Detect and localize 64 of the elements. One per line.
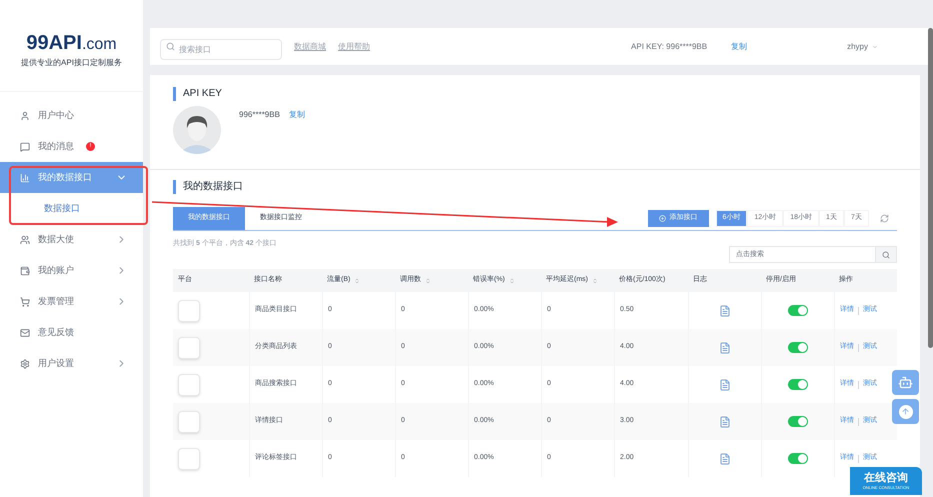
toggle-switch[interactable] xyxy=(788,416,808,427)
toggle-switch[interactable] xyxy=(788,305,808,316)
sidebar-label: 我的数据接口 xyxy=(38,170,92,184)
cart-icon xyxy=(20,296,30,306)
refresh-icon[interactable] xyxy=(880,214,889,223)
log-icon[interactable] xyxy=(719,452,731,464)
logo: 99API.com xyxy=(26,32,117,52)
wallet-icon xyxy=(20,266,30,276)
arrow-up-icon xyxy=(901,407,910,416)
log-icon[interactable] xyxy=(719,342,731,354)
toggle-switch[interactable] xyxy=(788,342,808,353)
header-link[interactable]: 数据商城 xyxy=(294,40,326,52)
section-title: API KEY xyxy=(173,87,897,101)
sidebar-item[interactable]: 意见反馈 xyxy=(0,317,143,348)
search-field[interactable]: 搜索接口 xyxy=(160,39,282,60)
sidebar-label: 我的账户 xyxy=(38,264,74,277)
chart-icon xyxy=(20,172,30,182)
plus-icon xyxy=(658,215,666,222)
people-icon xyxy=(20,234,30,244)
avatar xyxy=(173,106,221,154)
toggle-switch[interactable] xyxy=(788,379,808,390)
header-link[interactable]: 使用帮助 xyxy=(338,40,370,52)
robot-icon xyxy=(898,375,913,390)
scrollbar-thumb[interactable] xyxy=(928,28,933,348)
mail-icon xyxy=(20,328,30,338)
search-button[interactable] xyxy=(876,246,897,263)
platform-logo-placeholder xyxy=(178,448,200,470)
search-icon xyxy=(882,250,890,258)
user-icon xyxy=(20,110,30,120)
logo-tagline: 提供专业的API接口定制服务 xyxy=(21,56,122,68)
sidebar-label: 用户中心 xyxy=(38,108,74,122)
platform-logo-placeholder xyxy=(178,300,200,322)
message-icon xyxy=(20,142,30,152)
sidebar-item[interactable]: 我的数据接口 xyxy=(0,162,143,193)
api-key-value: 996****9BB xyxy=(239,109,280,121)
username[interactable]: zhypy xyxy=(847,40,868,52)
log-icon[interactable] xyxy=(719,416,731,428)
sidebar-label: 意见反馈 xyxy=(38,326,74,339)
copy-link[interactable]: 复制 xyxy=(288,109,305,121)
log-icon[interactable] xyxy=(719,304,731,316)
robot-button[interactable] xyxy=(892,370,919,395)
sidebar-label: 我的消息 xyxy=(38,140,74,153)
sidebar-label: 用户设置 xyxy=(38,356,74,370)
caret-icon xyxy=(872,44,878,50)
sidebar-item[interactable]: 用户中心 xyxy=(0,100,143,131)
section-title: 我的数据接口 xyxy=(173,180,897,194)
sidebar-subitem[interactable]: 数据接口 xyxy=(0,193,143,224)
sidebar-item[interactable]: 用户设置 xyxy=(0,348,143,379)
log-icon[interactable] xyxy=(719,378,731,390)
settings-icon xyxy=(20,358,30,368)
sidebar-item[interactable]: 发票管理 xyxy=(0,286,143,317)
back-to-top-button[interactable] xyxy=(892,399,919,424)
sidebar-item[interactable]: 数据大使 xyxy=(0,224,143,255)
platform-logo-placeholder xyxy=(178,410,200,432)
platform-logo-placeholder xyxy=(178,374,200,396)
platform-logo-placeholder xyxy=(178,336,200,358)
search-icon xyxy=(166,42,175,51)
api-key-text: API KEY: 996****9BB xyxy=(631,40,708,52)
copy-link[interactable]: 复制 xyxy=(731,40,748,52)
sidebar-label: 发票管理 xyxy=(38,294,74,308)
sidebar-label: 数据大使 xyxy=(38,232,74,246)
consult-title: 在线咨询 xyxy=(864,472,908,484)
toggle-switch[interactable] xyxy=(788,453,808,464)
sidebar-item[interactable]: 我的账户 xyxy=(0,255,143,286)
